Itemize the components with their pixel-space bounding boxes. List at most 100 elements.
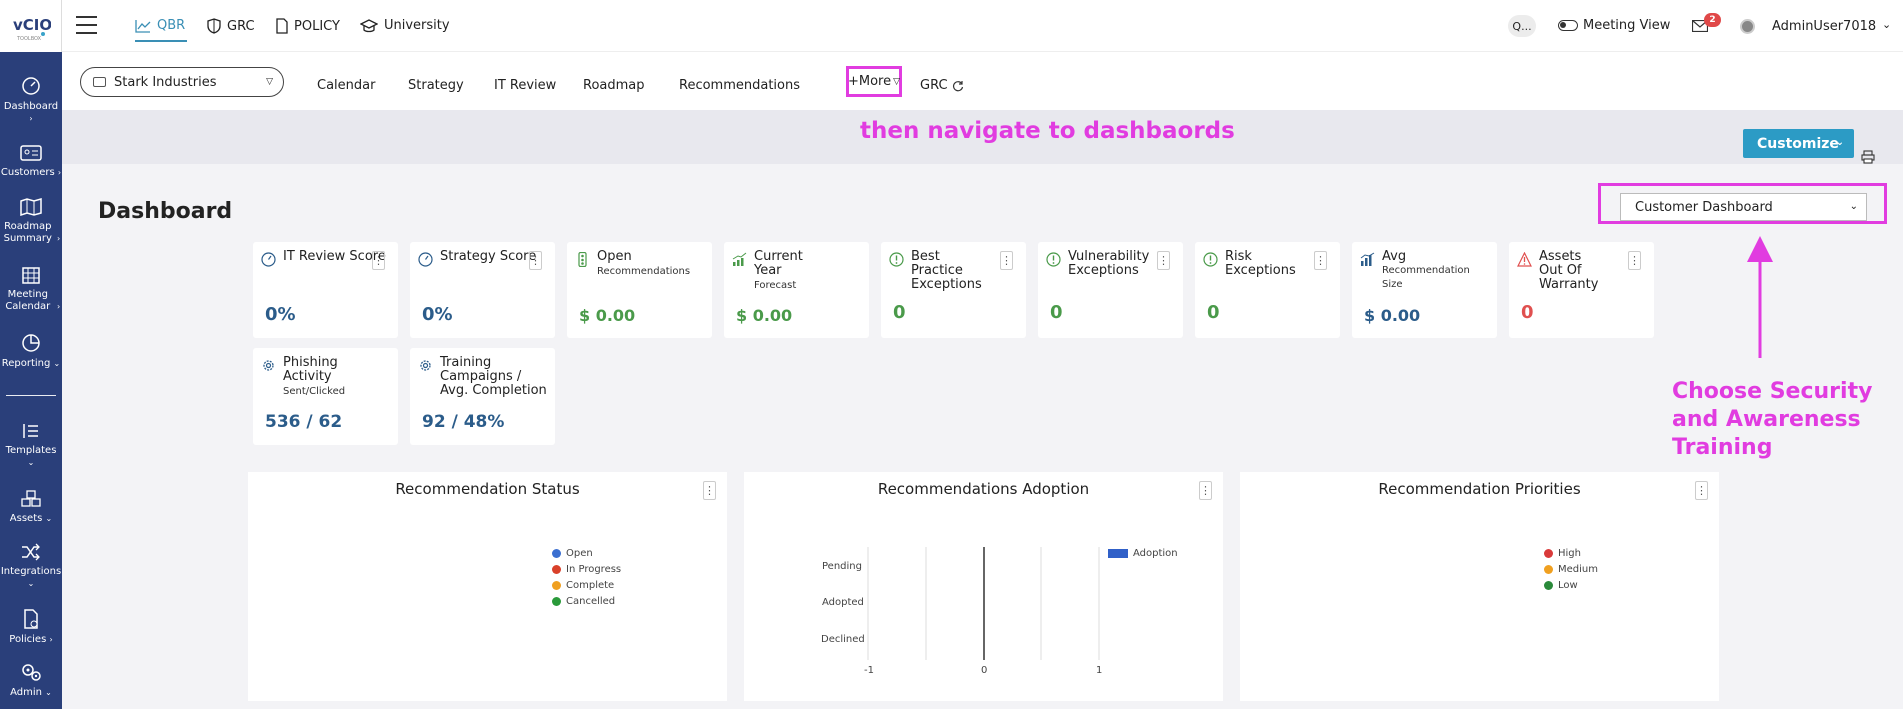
alert-circle-icon bbox=[1046, 252, 1061, 267]
sidebar-item-templates[interactable]: Templates ⌄ bbox=[0, 422, 62, 469]
card-value: 0% bbox=[422, 304, 453, 325]
card-title: Avg Recommendation Size bbox=[1382, 249, 1470, 291]
gear-icon bbox=[263, 360, 274, 371]
annotation-choose: Choose Security and Awareness Training bbox=[1672, 379, 1873, 460]
legend-marker bbox=[1108, 549, 1128, 558]
id-card-icon bbox=[93, 77, 106, 87]
kpi-card-phishing-activity: Phishing Activity Sent/Clicked 536 / 62 bbox=[253, 348, 398, 445]
topnav-grc[interactable]: GRC bbox=[207, 18, 255, 34]
shield-icon bbox=[207, 18, 221, 34]
card-value: 92 / 48% bbox=[422, 412, 505, 432]
subnav-recommendations[interactable]: Recommendations bbox=[679, 78, 800, 93]
kebab-menu-icon[interactable]: ⋮ bbox=[1695, 481, 1708, 500]
bar-growth-icon bbox=[732, 252, 747, 266]
subnav-it-review[interactable]: IT Review bbox=[494, 78, 556, 93]
kebab-menu-icon[interactable]: ⋮ bbox=[1157, 251, 1170, 270]
sidebar-item-reporting[interactable]: Reporting ⌄ bbox=[0, 333, 62, 370]
legend-item[interactable]: Complete bbox=[552, 580, 614, 591]
legend-marker bbox=[552, 549, 561, 558]
map-icon bbox=[20, 198, 42, 216]
topnav-university[interactable]: University bbox=[360, 18, 450, 33]
sidebar-item-label: Templates bbox=[5, 445, 57, 456]
top-bar: QBR GRC POLICY University Q... Meeting V… bbox=[62, 0, 1903, 52]
meeting-view-toggle[interactable]: Meeting View bbox=[1558, 18, 1670, 33]
company-select[interactable]: Stark Industries ▽ bbox=[80, 67, 284, 97]
meeting-view-label: Meeting View bbox=[1583, 18, 1671, 33]
kpi-card-it-review-score: IT Review Score ⋮ 0% bbox=[253, 242, 398, 338]
sidebar-item-policies[interactable]: Policies › bbox=[0, 609, 62, 646]
gear-icon bbox=[420, 360, 431, 371]
legend-item[interactable]: Medium bbox=[1544, 564, 1598, 575]
sidebar-item-roadmap-summary[interactable]: Roadmap Summary › bbox=[0, 198, 62, 245]
card-title: Training Campaigns / Avg. Completion bbox=[440, 355, 547, 398]
x-tick-label: 1 bbox=[1096, 665, 1103, 676]
panel-title: Recommendation Priorities bbox=[1378, 480, 1581, 498]
legend-item[interactable]: Adoption bbox=[1108, 548, 1178, 559]
topnav-qbr[interactable]: QBR bbox=[135, 18, 185, 33]
print-icon[interactable] bbox=[1861, 150, 1875, 164]
logo-icon: vCIO TOOLBOX bbox=[13, 16, 51, 42]
sidebar-item-meeting-calendar[interactable]: Meeting Calendar › bbox=[0, 266, 62, 313]
sidebar-divider bbox=[6, 395, 56, 396]
hamburger-menu-icon[interactable] bbox=[76, 16, 97, 34]
kebab-menu-icon[interactable]: ⋮ bbox=[1314, 251, 1327, 270]
sidebar-item-integrations[interactable]: Integrations ⌄ bbox=[0, 543, 62, 590]
card-value: 0% bbox=[265, 304, 296, 325]
sidebar-item-customers[interactable]: Customers › bbox=[0, 144, 62, 179]
kebab-menu-icon[interactable]: ⋮ bbox=[703, 481, 716, 500]
sidebar-item-label: Assets bbox=[9, 513, 43, 524]
pie-chart-icon bbox=[22, 334, 40, 352]
chevron-down-icon: ⌄ bbox=[1849, 201, 1858, 212]
chevron-down-icon[interactable]: ⌄ bbox=[1882, 18, 1891, 31]
calendar-icon bbox=[22, 267, 40, 284]
panel-recommendation-priorities: Recommendation Priorities ⋮ High Medium … bbox=[1240, 472, 1719, 701]
sidebar-item-assets[interactable]: Assets ⌄ bbox=[0, 490, 62, 525]
boxes-icon bbox=[21, 490, 41, 507]
list-icon bbox=[23, 424, 38, 438]
chevron-down-icon: ⌄ bbox=[27, 579, 35, 588]
chevron-down-icon: ⌄ bbox=[45, 514, 53, 523]
sidebar-item-admin[interactable]: Admin ⌄ bbox=[0, 662, 62, 699]
dashboard-select[interactable]: Customer Dashboard ⌄ bbox=[1620, 193, 1867, 221]
subnav-strategy[interactable]: Strategy bbox=[408, 78, 464, 93]
legend-marker bbox=[552, 581, 561, 590]
subnav-grc[interactable]: GRC bbox=[920, 78, 964, 93]
avatar[interactable] bbox=[1740, 19, 1755, 34]
topnav-policy[interactable]: POLICY bbox=[276, 18, 340, 34]
company-name: Stark Industries bbox=[114, 74, 217, 90]
legend-item[interactable]: High bbox=[1544, 548, 1581, 559]
card-title: Risk Exceptions bbox=[1225, 249, 1296, 278]
legend-marker bbox=[552, 565, 561, 574]
alert-circle-icon bbox=[1203, 252, 1218, 267]
card-value: $ 0.00 bbox=[579, 306, 636, 325]
gauge-icon bbox=[261, 252, 276, 267]
customize-button[interactable]: Customize ⌄ bbox=[1743, 129, 1854, 158]
sub-nav: Stark Industries ▽ Calendar Strategy IT … bbox=[62, 52, 1903, 110]
card-value: 0 bbox=[1207, 302, 1220, 323]
subnav-calendar[interactable]: Calendar bbox=[317, 78, 375, 93]
more-button[interactable]: +More ▽ bbox=[846, 66, 902, 97]
kebab-menu-icon[interactable]: ⋮ bbox=[1628, 251, 1641, 270]
legend-item[interactable]: Low bbox=[1544, 580, 1578, 591]
kebab-menu-icon[interactable]: ⋮ bbox=[529, 251, 542, 270]
gears-icon bbox=[22, 664, 41, 681]
panel-recommendations-adoption: Recommendations Adoption ⋮ Pending Adopt… bbox=[744, 472, 1223, 701]
sidebar-item-dashboard[interactable]: Dashboard › bbox=[0, 76, 62, 125]
kebab-menu-icon[interactable]: ⋮ bbox=[1000, 251, 1013, 270]
legend-marker bbox=[1544, 581, 1553, 590]
legend-item[interactable]: Cancelled bbox=[552, 596, 615, 607]
username[interactable]: AdminUser7018 bbox=[1772, 19, 1876, 34]
subnav-roadmap[interactable]: Roadmap bbox=[583, 78, 645, 93]
topnav-label: GRC bbox=[227, 18, 255, 34]
sidebar-item-label: Reporting bbox=[1, 358, 51, 369]
search-icon: Q... bbox=[1512, 19, 1532, 33]
topnav-label: QBR bbox=[157, 18, 186, 33]
chevron-down-icon: ⌄ bbox=[1835, 137, 1844, 148]
legend-item[interactable]: Open bbox=[552, 548, 593, 559]
search-button[interactable]: Q... bbox=[1508, 15, 1536, 37]
legend-marker bbox=[1544, 565, 1553, 574]
kebab-menu-icon[interactable]: ⋮ bbox=[372, 251, 385, 270]
legend-item[interactable]: In Progress bbox=[552, 564, 621, 575]
app-logo[interactable]: vCIO TOOLBOX bbox=[0, 0, 62, 52]
chevron-down-icon: ⌄ bbox=[53, 359, 61, 368]
